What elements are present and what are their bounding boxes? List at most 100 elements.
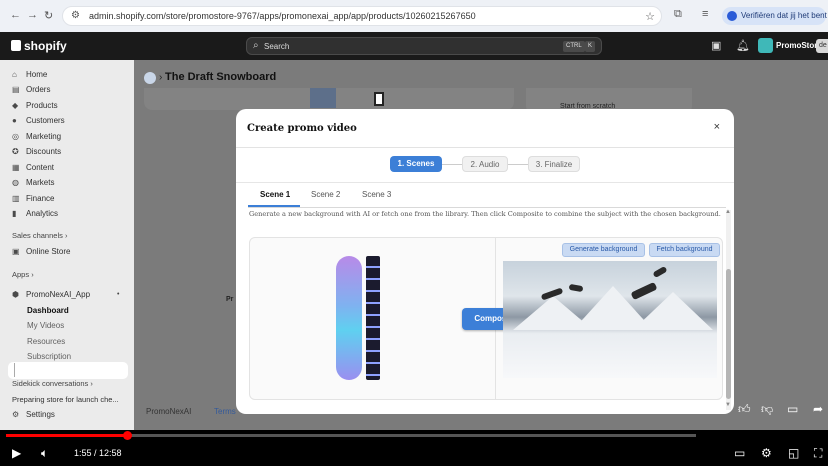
scene-description: Generate a new background with AI or fet… — [249, 210, 721, 218]
floating-snowboard — [652, 265, 668, 279]
chevron-right-icon: › — [90, 379, 93, 388]
tab-scene-2[interactable]: Scene 2 — [311, 190, 340, 199]
discount-icon: ✪ — [12, 147, 19, 156]
bell-icon[interactable]: 🔔︎ — [736, 39, 750, 52]
scroll-up-icon[interactable]: ▲ — [725, 209, 731, 215]
dislike-icon[interactable]: 👎︎ — [761, 402, 773, 417]
chevron-right-icon: › — [31, 270, 34, 279]
step-audio[interactable]: 2. Audio — [462, 156, 508, 172]
verify-chip[interactable]: Verifiëren dat jij het bent — [722, 7, 827, 25]
subtitles-icon[interactable]: ▭ — [734, 446, 745, 460]
store-avatar[interactable] — [758, 38, 773, 53]
sidebar-item-customers[interactable]: ● Customers — [12, 116, 65, 125]
create-promo-video-modal: Create promo video × 1. Scenes 2. Audio … — [236, 109, 734, 414]
home-icon: ⌂ — [12, 70, 17, 79]
step-finalize[interactable]: 3. Finalize — [528, 156, 580, 172]
extensions-icon[interactable]: ⧉ — [674, 8, 682, 21]
sidebar-item-orders[interactable]: ▤ Orders — [12, 85, 50, 94]
mountain — [633, 292, 713, 330]
sidebar-item-discounts[interactable]: ✪ Discounts — [12, 147, 61, 156]
tab-scene-1[interactable]: Scene 1 — [260, 190, 290, 199]
sidebar-item-finance[interactable]: ▥ Finance — [12, 194, 54, 203]
shortcut-ctrl: CTRL — [563, 41, 585, 52]
browser-chrome: ← → ↻ ⚙ admin.shopify.com/store/promosto… — [0, 0, 828, 32]
generate-background-button[interactable]: Generate background — [562, 243, 645, 257]
sidebar-item-analytics[interactable]: ▮ Analytics — [12, 209, 58, 218]
sidekick-heading[interactable]: Sidekick conversations › — [12, 379, 93, 388]
sidebar-item-dashboard[interactable]: Dashboard — [27, 306, 69, 315]
progress-fill — [6, 434, 128, 437]
account-chip[interactable]: de — [816, 39, 828, 53]
sidebar-item-resources[interactable]: Resources — [27, 337, 65, 346]
address-bar[interactable]: ⚙ admin.shopify.com/store/promostore-976… — [62, 6, 662, 26]
shopify-bag-icon — [11, 40, 21, 51]
sidebar-item-products[interactable]: ◆ Products — [12, 101, 58, 110]
forward-arrow-icon[interactable]: → — [27, 9, 38, 21]
store-name[interactable]: PromoStore — [776, 41, 822, 50]
tag-icon: ◆ — [12, 101, 19, 110]
apps-heading[interactable]: Apps › — [12, 270, 34, 279]
settings-gear-icon[interactable]: ⚙ — [761, 446, 772, 460]
globe-icon: ◍ — [12, 178, 19, 187]
sidebar-item-content[interactable]: ▦ Content — [12, 163, 54, 172]
volume-icon[interactable]: 🔈︎ — [41, 446, 48, 461]
shortcut-k: K — [585, 41, 596, 52]
scrollbar-thumb[interactable] — [726, 269, 731, 399]
search-input[interactable]: ⌕ Search CTRL K — [246, 37, 602, 55]
fullscreen-icon[interactable]: ⛶ — [814, 446, 822, 461]
page-title: The Draft Snowboard — [165, 71, 277, 83]
app-logo-icon — [144, 72, 156, 84]
bank-icon: ▥ — [12, 194, 20, 203]
sidebar-item-markets[interactable]: ◍ Markets — [12, 178, 54, 187]
footer-brand: PromoNexAI — [146, 407, 192, 416]
active-item-bg — [8, 362, 128, 379]
divider — [236, 147, 734, 148]
bookmark-star-icon[interactable]: ☆ — [645, 10, 655, 23]
like-icon[interactable]: 👍︎ — [738, 402, 751, 417]
person-icon: ● — [12, 116, 17, 125]
target-icon: ◎ — [12, 132, 19, 141]
media-control-icon[interactable]: ≡ — [702, 8, 708, 20]
sidebar-item-online-store[interactable]: ▣ Online Store — [12, 247, 70, 256]
scroll-down-icon[interactable]: ▼ — [725, 402, 731, 408]
sidekick-conversation-item[interactable]: Preparing store for launch che... — [12, 395, 119, 404]
store-icon: ▣ — [12, 247, 20, 256]
fetch-background-button[interactable]: Fetch background — [649, 243, 720, 257]
step-connector — [442, 164, 462, 165]
background-text: Pr — [226, 296, 234, 303]
step-scenes[interactable]: 1. Scenes — [390, 156, 442, 172]
sidebar-item-home[interactable]: ⌂ Home — [12, 70, 47, 79]
comment-icon[interactable]: ▭ — [787, 402, 798, 416]
search-placeholder: Search — [264, 42, 290, 51]
product-image — [310, 88, 336, 108]
gear-icon: ⚙ — [12, 410, 20, 419]
sidebar-item-subscription[interactable]: Subscription — [27, 352, 71, 361]
modal-title: Create promo video — [247, 123, 357, 134]
reload-icon[interactable]: ↻ — [44, 9, 53, 22]
shopify-logo[interactable]: shopify — [11, 39, 67, 53]
miniplayer-icon[interactable]: ◱ — [788, 446, 799, 460]
step-connector — [508, 164, 528, 165]
sidebar-item-settings[interactable]: ⚙ Settings — [12, 410, 55, 419]
shopify-topbar: shopify ⌕ Search CTRL K ▣ 🔔︎ PromoStore … — [0, 32, 828, 60]
back-arrow-icon[interactable]: ← — [10, 9, 21, 21]
sidebar-item-app[interactable]: ⬢ PromoNexAI_App — [12, 290, 90, 299]
play-icon[interactable]: ▶ — [12, 446, 21, 460]
share-icon[interactable]: ➦ — [813, 402, 823, 416]
content-icon: ▦ — [12, 163, 20, 172]
divider — [236, 182, 734, 183]
progress-knob[interactable] — [123, 431, 133, 440]
sales-channels-heading[interactable]: Sales channels › — [12, 231, 67, 240]
sidekick-icon[interactable]: ▣ — [711, 39, 721, 52]
background-preview-image — [503, 261, 717, 378]
sidebar-item-marketing[interactable]: ◎ Marketing — [12, 132, 61, 141]
chart-icon: ▮ — [12, 209, 17, 218]
tab-scene-3[interactable]: Scene 3 — [362, 190, 391, 199]
progress-bar[interactable] — [6, 431, 696, 440]
close-icon[interactable]: × — [714, 121, 720, 133]
profile-icon — [727, 11, 737, 21]
site-settings-icon[interactable]: ⚙ — [71, 10, 80, 21]
pin-icon[interactable]: • — [117, 291, 119, 298]
footer-terms-link[interactable]: Terms — [214, 407, 236, 416]
sidebar-item-my-videos[interactable]: My Videos — [27, 321, 64, 330]
